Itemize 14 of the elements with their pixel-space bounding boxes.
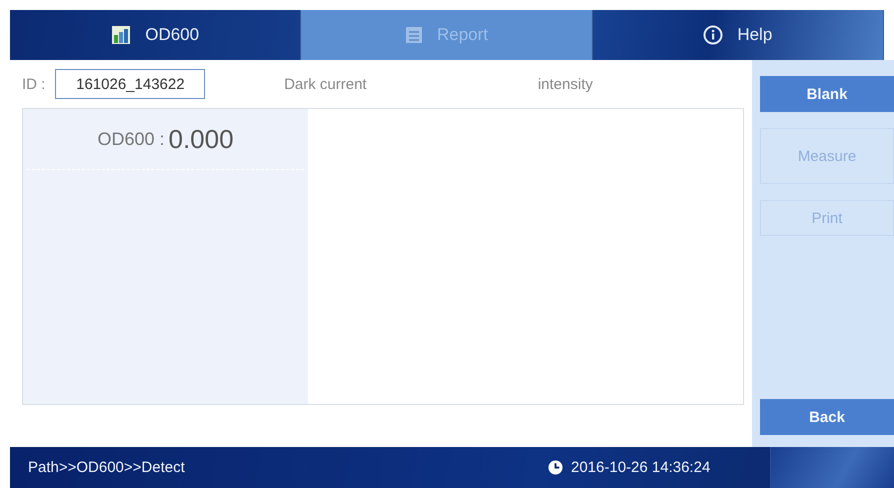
reading-value: 0.000 [168, 124, 234, 154]
id-field[interactable]: 161026_143622 [55, 69, 206, 99]
id-label: ID : [22, 76, 46, 92]
clock-icon [548, 460, 563, 475]
path-text: Path>>OD600>>Detect [27, 459, 186, 476]
list-icon [404, 26, 423, 44]
date-time: 2016-10-26 14:36:24 [571, 459, 710, 476]
chart-icon [111, 25, 132, 45]
info-icon [703, 25, 724, 45]
column-header: Dark current [283, 76, 368, 92]
column-header: intensity [536, 76, 594, 92]
action-button[interactable]: Blank [760, 76, 894, 112]
back-button[interactable]: Back [760, 399, 894, 435]
reading-label: OD600 : [97, 128, 164, 150]
